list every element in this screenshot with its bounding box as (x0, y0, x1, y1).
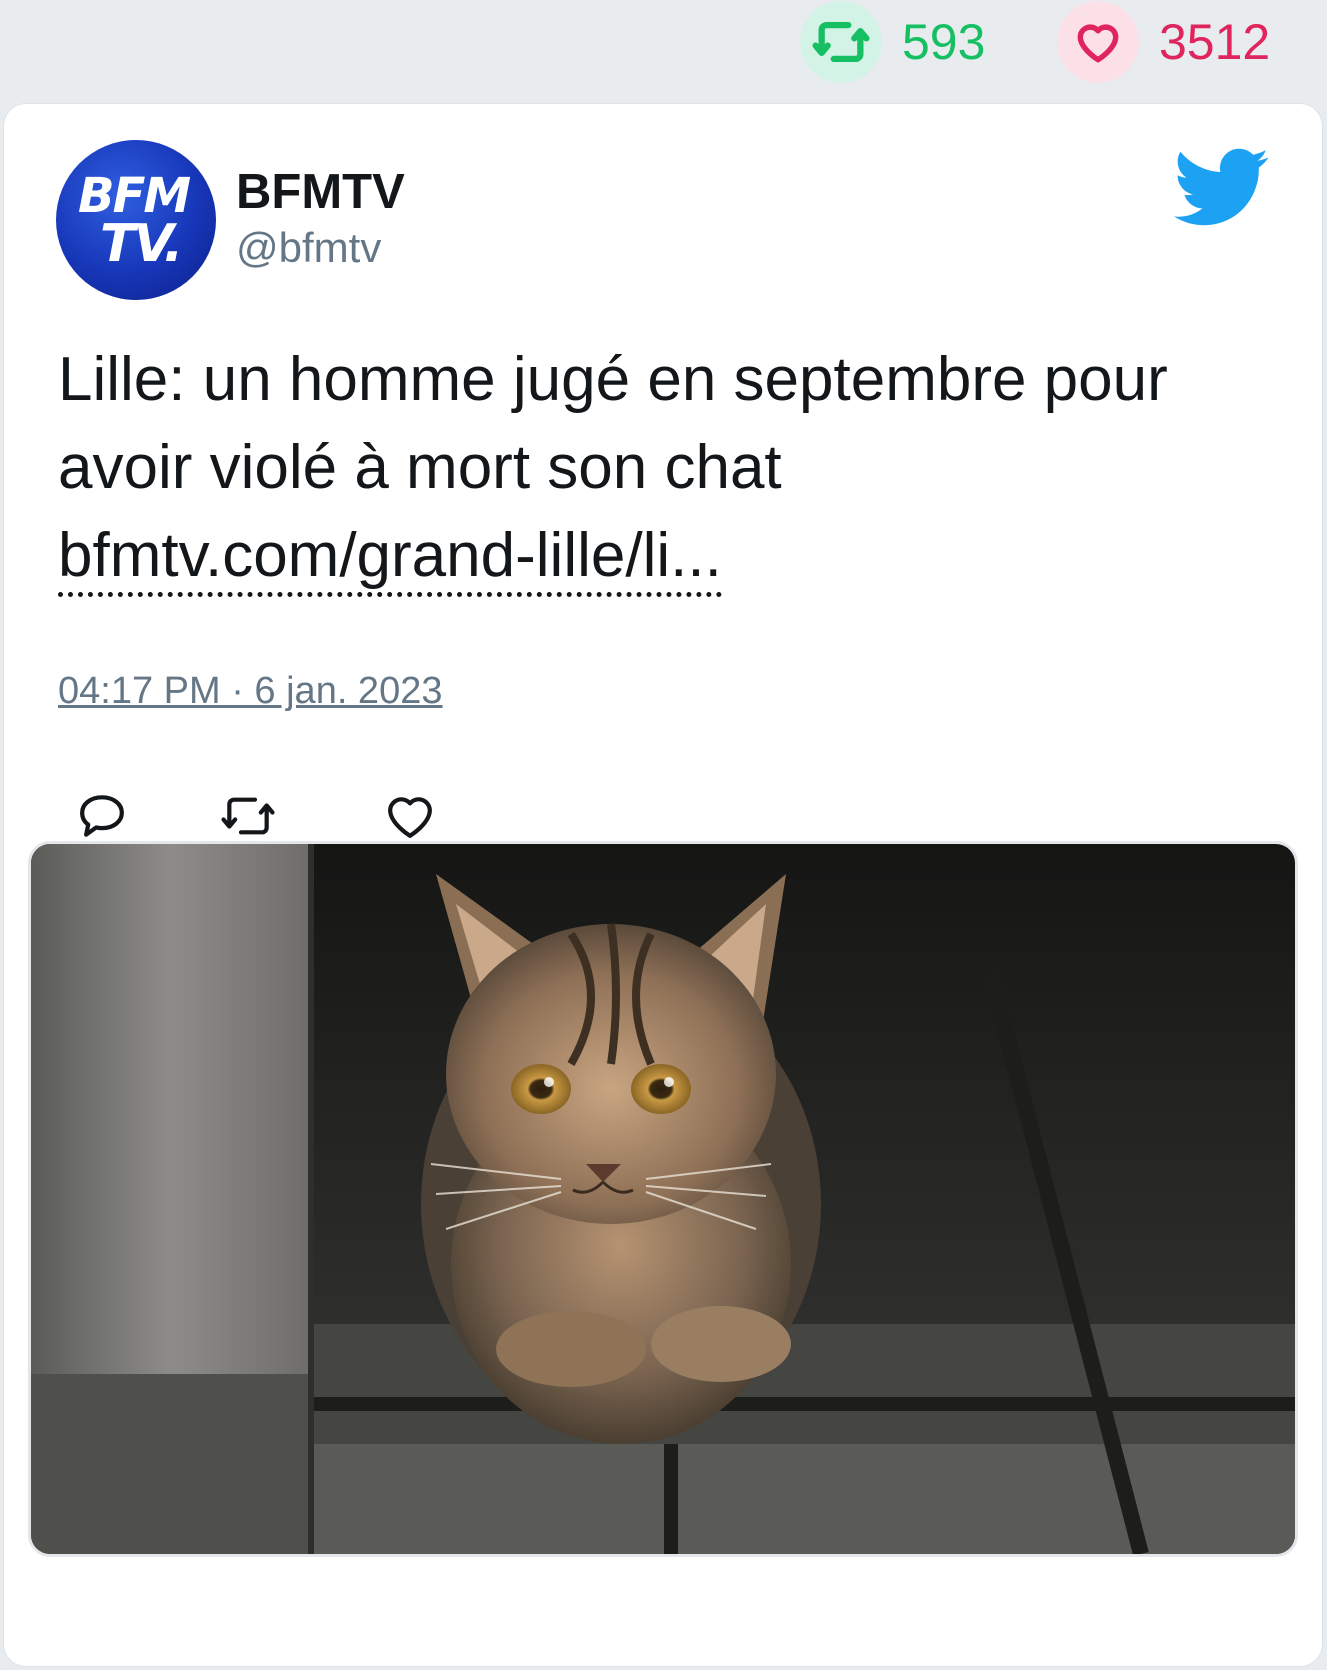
author-name[interactable]: BFMTV (236, 164, 405, 220)
twitter-bird-icon[interactable] (1174, 148, 1270, 228)
like-count: 3512 (1057, 1, 1271, 83)
reply-icon[interactable] (74, 788, 130, 844)
avatar[interactable]: BFM TV. (56, 140, 216, 300)
retweet-count: 593 (800, 1, 986, 83)
article-link[interactable]: bfmtv.com/grand-lille/li... (58, 520, 722, 597)
heart-icon[interactable] (382, 788, 438, 844)
tweet-body: Lille: un homme jugé en septembre pour a… (58, 345, 1168, 502)
tweet-timestamp[interactable]: 04:17 PM · 6 jan. 2023 (58, 670, 442, 713)
bfmtv-logo: BFM TV. (78, 168, 191, 274)
tweet-card: BFM TV. BFMTV @bfmtv Lille: un homme jug… (4, 104, 1322, 1666)
engagement-stats: 593 3512 (0, 0, 1327, 100)
tweet-text: Lille: un homme jugé en septembre pour a… (58, 336, 1278, 600)
kitten-photo (31, 844, 1295, 1554)
heart-icon (1057, 1, 1139, 83)
retweet-icon (800, 1, 882, 83)
like-count-value: 3512 (1159, 14, 1271, 70)
retweet-count-value: 593 (902, 14, 986, 70)
retweet-icon[interactable] (220, 788, 276, 844)
author-handle[interactable]: @bfmtv (236, 224, 381, 272)
tweet-photo[interactable] (28, 841, 1298, 1557)
